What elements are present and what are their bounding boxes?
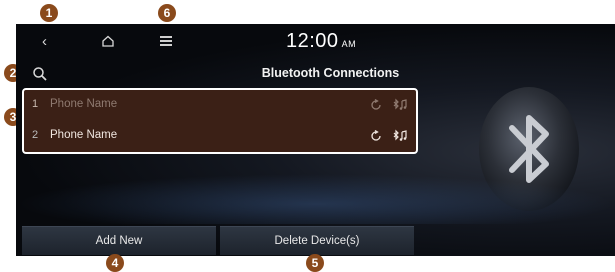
callout-4: 4 [106,254,124,272]
clock-time: 12:00 [286,30,339,52]
device-row[interactable]: 1 Phone Name [24,90,416,121]
page-title: Bluetooth Connections [261,66,400,80]
clock-ampm: AM [341,39,357,49]
infotainment-screen: ‹ 12:00 AM Bluetooth Connections 1 Phone … [16,24,615,256]
device-list: 1 Phone Name 2 Phone Name [22,88,418,154]
device-name: Phone Name [50,129,118,141]
background-glow [16,174,615,224]
callout-1: 1 [40,4,58,22]
device-number: 1 [32,98,39,110]
clock: 12:00 AM [286,30,356,53]
phone-connection-icon[interactable] [369,129,383,143]
callout-5: 5 [306,254,324,272]
menu-icon[interactable] [160,36,172,46]
top-bar: ‹ 12:00 AM [16,24,615,60]
back-icon[interactable]: ‹ [42,34,56,50]
home-icon[interactable] [100,33,116,49]
device-row[interactable]: 2 Phone Name [24,121,416,152]
device-name: Phone Name [50,98,118,110]
delete-devices-button[interactable]: Delete Device(s) [220,226,414,255]
bluetooth-audio-icon[interactable] [392,98,408,112]
bottom-bar: Add New Delete Device(s) [16,226,615,256]
phone-connection-icon[interactable] [369,98,383,112]
add-new-button[interactable]: Add New [22,226,216,255]
bluetooth-audio-icon[interactable] [392,129,408,143]
device-number: 2 [32,129,39,141]
callout-6: 6 [158,4,176,22]
